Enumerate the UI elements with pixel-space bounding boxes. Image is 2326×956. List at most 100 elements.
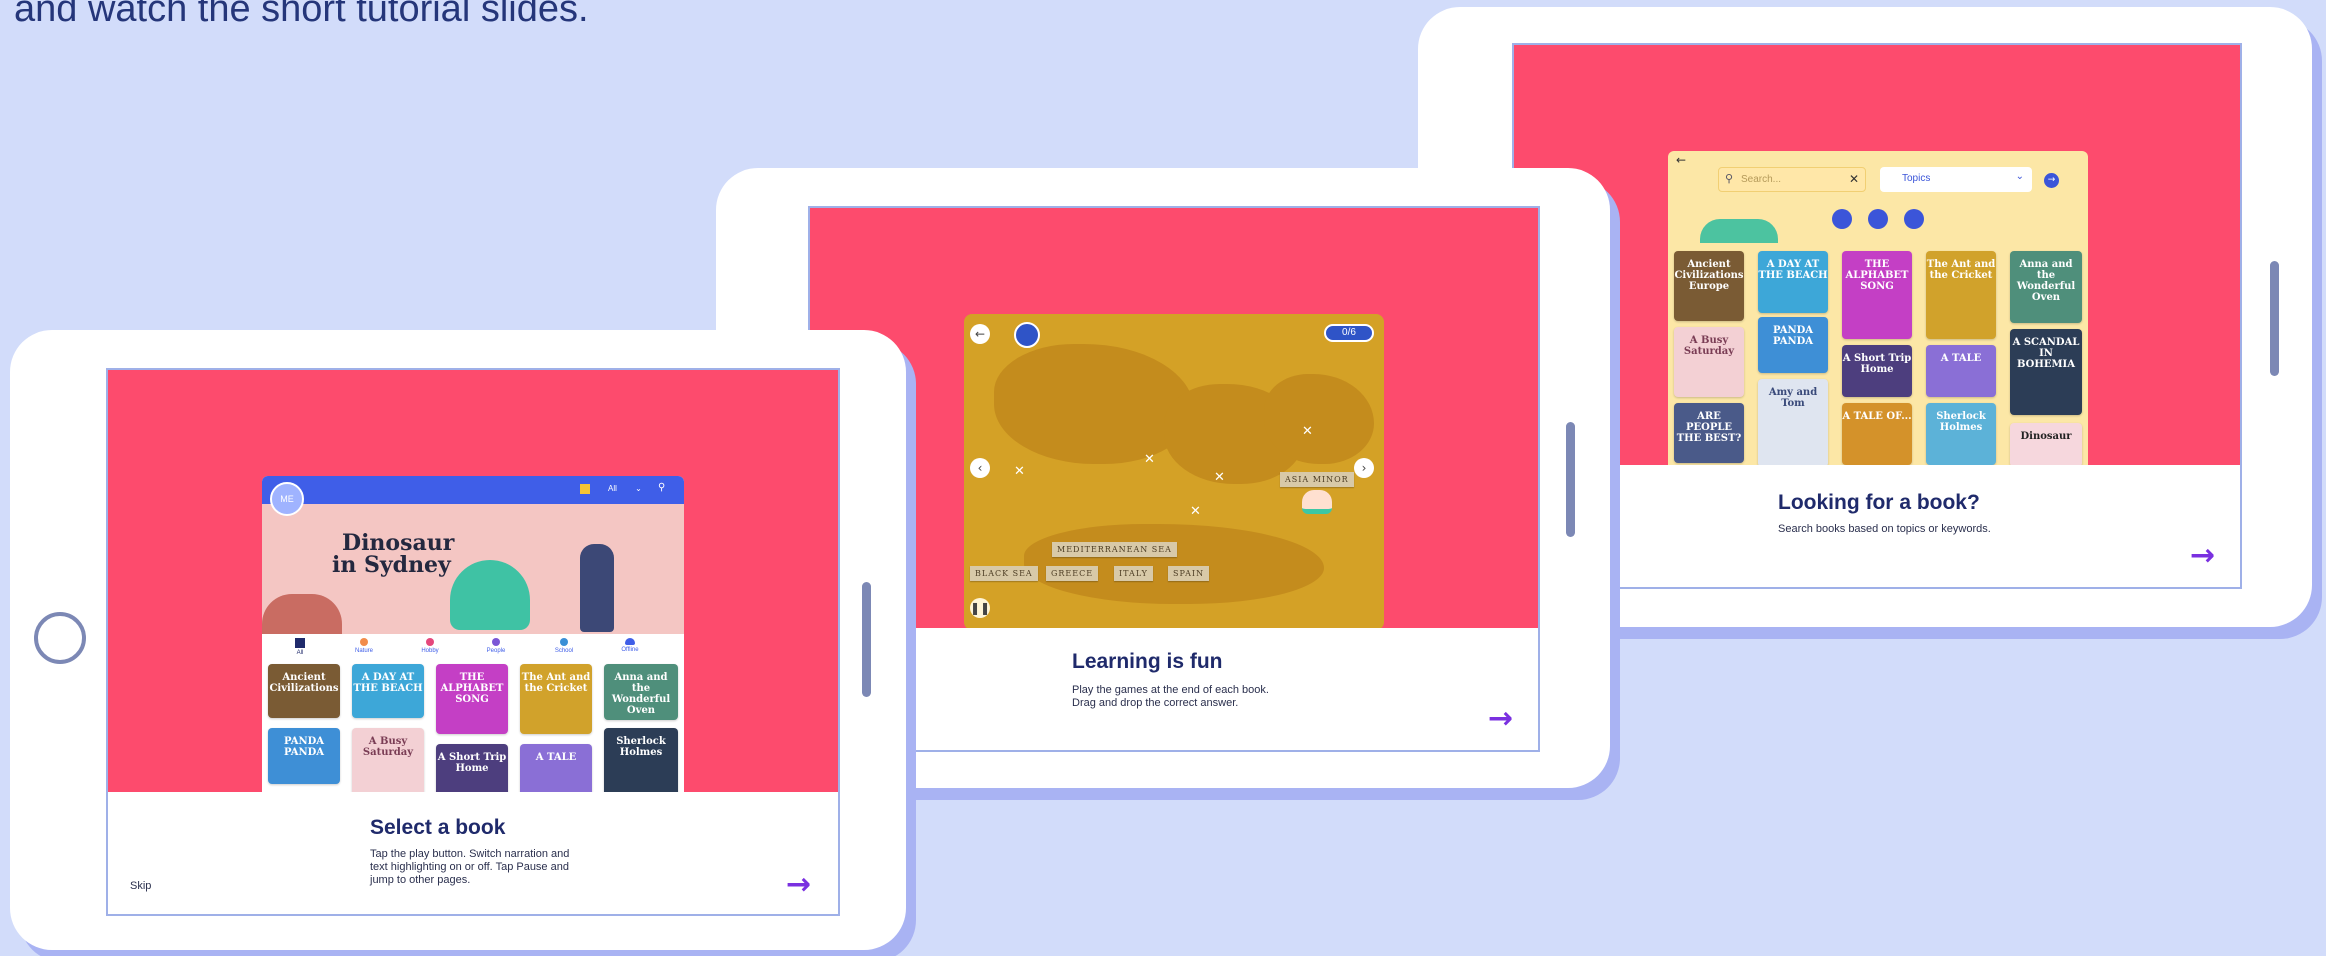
nature-icon (360, 638, 368, 646)
topics-label: Topics (1902, 173, 1931, 184)
pause-icon[interactable]: ❚❚ (970, 598, 990, 618)
category-tab-school[interactable]: School (546, 638, 582, 654)
drop-target-icon[interactable]: ✕ (1214, 470, 1225, 485)
map-land (994, 344, 1194, 464)
book-tile[interactable]: THE ALPHABET SONG (1842, 251, 1912, 339)
word-chip[interactable]: ITALY (1114, 566, 1153, 581)
clear-icon[interactable]: ✕ (1849, 172, 1859, 186)
word-chip[interactable]: GREECE (1046, 566, 1099, 581)
category-label: All (296, 650, 304, 656)
category-label: People (486, 648, 506, 654)
lightning-filter-icon[interactable] (1868, 209, 1888, 229)
slide-description: text highlighting on or off. Tap Pause a… (370, 861, 569, 873)
drop-target-icon[interactable]: ✕ (1144, 452, 1155, 467)
category-tab-all[interactable]: All (282, 638, 318, 656)
flag-icon (1014, 322, 1040, 348)
book-tile[interactable]: THE ALPHABET SONG (436, 664, 508, 734)
map-game[interactable]: ← 0/6 ‹ › ✕ ✕ ✕ ✕ ✕ ASIA MINOR MEDITERRA… (964, 314, 1384, 628)
pink-banner: ← 0/6 ‹ › ✕ ✕ ✕ ✕ ✕ ASIA MINOR MEDITERRA… (810, 208, 1538, 628)
pink-banner: ← ⚲ Search... ✕ Topics ⌄ → Ancient Civil… (1514, 45, 2240, 465)
filter-select[interactable]: All ⌄ (608, 484, 642, 493)
book-tile[interactable]: Anna and the Wonderful Oven (2010, 251, 2082, 323)
book-tile[interactable]: A DAY AT THE BEACH (1758, 251, 1828, 313)
slide-description: Play the games at the end of each book. (1072, 684, 1269, 696)
book-tile[interactable]: A SCANDAL IN BOHEMIA (2010, 329, 2082, 415)
back-button[interactable]: ← (970, 324, 990, 344)
category-label: Hobby (421, 648, 439, 654)
cloud-icon (625, 638, 635, 645)
slide-title: Learning is fun (1072, 650, 1223, 673)
slide-description: jump to other pages. (370, 874, 471, 886)
word-chip[interactable]: MEDITERRANEAN SEA (1052, 542, 1177, 557)
library-app-mockup: ME All ⌄ ⚲ Dinosaur in Sydney All Nature… (262, 476, 684, 792)
topic-filter-icon[interactable] (1904, 209, 1924, 229)
drop-target-icon[interactable]: ✕ (1302, 424, 1313, 439)
home-indicator (2270, 261, 2279, 376)
book-tile[interactable]: A Short Trip Home (436, 744, 508, 792)
search-app-mockup: ← ⚲ Search... ✕ Topics ⌄ → Ancient Civil… (1668, 151, 2088, 465)
next-arrow-icon[interactable]: → (786, 870, 811, 900)
book-tile[interactable]: A TALE OF... (1842, 403, 1912, 465)
skip-button[interactable]: Skip (130, 880, 151, 892)
pink-banner: ME All ⌄ ⚲ Dinosaur in Sydney All Nature… (108, 370, 838, 792)
book-tile[interactable]: The Ant and the Cricket (1926, 251, 1996, 339)
screen-looking: ← ⚲ Search... ✕ Topics ⌄ → Ancient Civil… (1512, 43, 2242, 589)
next-arrow-icon[interactable]: → (1488, 704, 1513, 734)
hero-title-line-1: Dinosaur (342, 530, 455, 556)
book-tile[interactable]: Ancient Civilizations Europe (1674, 251, 1744, 321)
book-tile[interactable]: Dinosaur (2010, 423, 2082, 465)
category-tab-hobby[interactable]: Hobby (412, 638, 448, 654)
previous-button[interactable]: ‹ (970, 458, 990, 478)
book-tile[interactable]: PANDA PANDA (1758, 317, 1828, 373)
search-icon[interactable]: ⚲ (658, 482, 665, 493)
back-icon[interactable]: ← (1676, 153, 1686, 167)
home-indicator (1566, 422, 1575, 537)
screen-learning: ← 0/6 ‹ › ✕ ✕ ✕ ✕ ✕ ASIA MINOR MEDITERRA… (808, 206, 1540, 752)
book-tile[interactable]: A TALE (1926, 345, 1996, 397)
tree-decoration (262, 594, 342, 634)
go-button[interactable]: → (2044, 173, 2059, 188)
next-button[interactable]: › (1354, 458, 1374, 478)
screen-select: ME All ⌄ ⚲ Dinosaur in Sydney All Nature… (106, 368, 840, 916)
book-tile[interactable]: A DAY AT THE BEACH (352, 664, 424, 718)
book-tile[interactable]: A Short Trip Home (1842, 345, 1912, 397)
book-tile[interactable]: A TALE (520, 744, 592, 792)
word-chip[interactable]: SPAIN (1168, 566, 1210, 581)
drop-target-icon[interactable]: ✕ (1014, 464, 1025, 479)
filter-label: All (608, 484, 617, 493)
book-tile[interactable]: A Busy Saturday (1674, 327, 1744, 397)
book-tile[interactable]: Ancient Civilizations (268, 664, 340, 718)
book-filter-icon[interactable] (1832, 209, 1852, 229)
book-tile[interactable]: The Ant and the Cricket (520, 664, 592, 734)
book-tile[interactable]: A Busy Saturday (352, 728, 424, 792)
hero-banner[interactable]: Dinosaur in Sydney (262, 504, 684, 634)
category-tab-nature[interactable]: Nature (346, 638, 382, 654)
score-value: 0/6 (1342, 327, 1356, 338)
chevron-down-icon: ⌄ (635, 484, 642, 493)
avatar-label: ME (280, 494, 294, 504)
next-arrow-icon[interactable]: → (2190, 541, 2215, 571)
topics-dropdown[interactable]: Topics ⌄ (1880, 167, 2032, 192)
book-tile[interactable]: Anna and the Wonderful Oven (604, 664, 678, 720)
category-label: Nature (354, 648, 373, 654)
home-button[interactable] (34, 612, 86, 664)
book-tile[interactable]: ARE PEOPLE THE BEST? (1674, 403, 1744, 463)
slide-description: Search books based on topics or keywords… (1778, 523, 1991, 535)
drop-target-icon[interactable]: ✕ (1190, 504, 1201, 519)
book-tile[interactable]: Sherlock Holmes (1926, 403, 1996, 465)
book-tile[interactable]: PANDA PANDA (268, 728, 340, 784)
book-tile[interactable]: Amy and Tom (1758, 379, 1828, 465)
hand-cursor-icon (1302, 490, 1332, 514)
search-placeholder: Search... (1741, 174, 1782, 185)
avatar[interactable]: ME (270, 482, 304, 516)
hero-title-line-2: in Sydney (332, 552, 451, 578)
placed-label[interactable]: ASIA MINOR (1280, 472, 1354, 487)
dinosaur-illustration (450, 560, 530, 630)
word-chip[interactable]: BLACK SEA (970, 566, 1038, 581)
category-tab-offline[interactable]: Offline (612, 638, 648, 653)
people-icon (492, 638, 500, 646)
search-input[interactable]: ⚲ Search... ✕ (1718, 167, 1866, 192)
book-tile[interactable]: Sherlock Holmes (604, 728, 678, 792)
slide-description: Tap the play button. Switch narration an… (370, 848, 570, 860)
category-tab-people[interactable]: People (478, 638, 514, 654)
